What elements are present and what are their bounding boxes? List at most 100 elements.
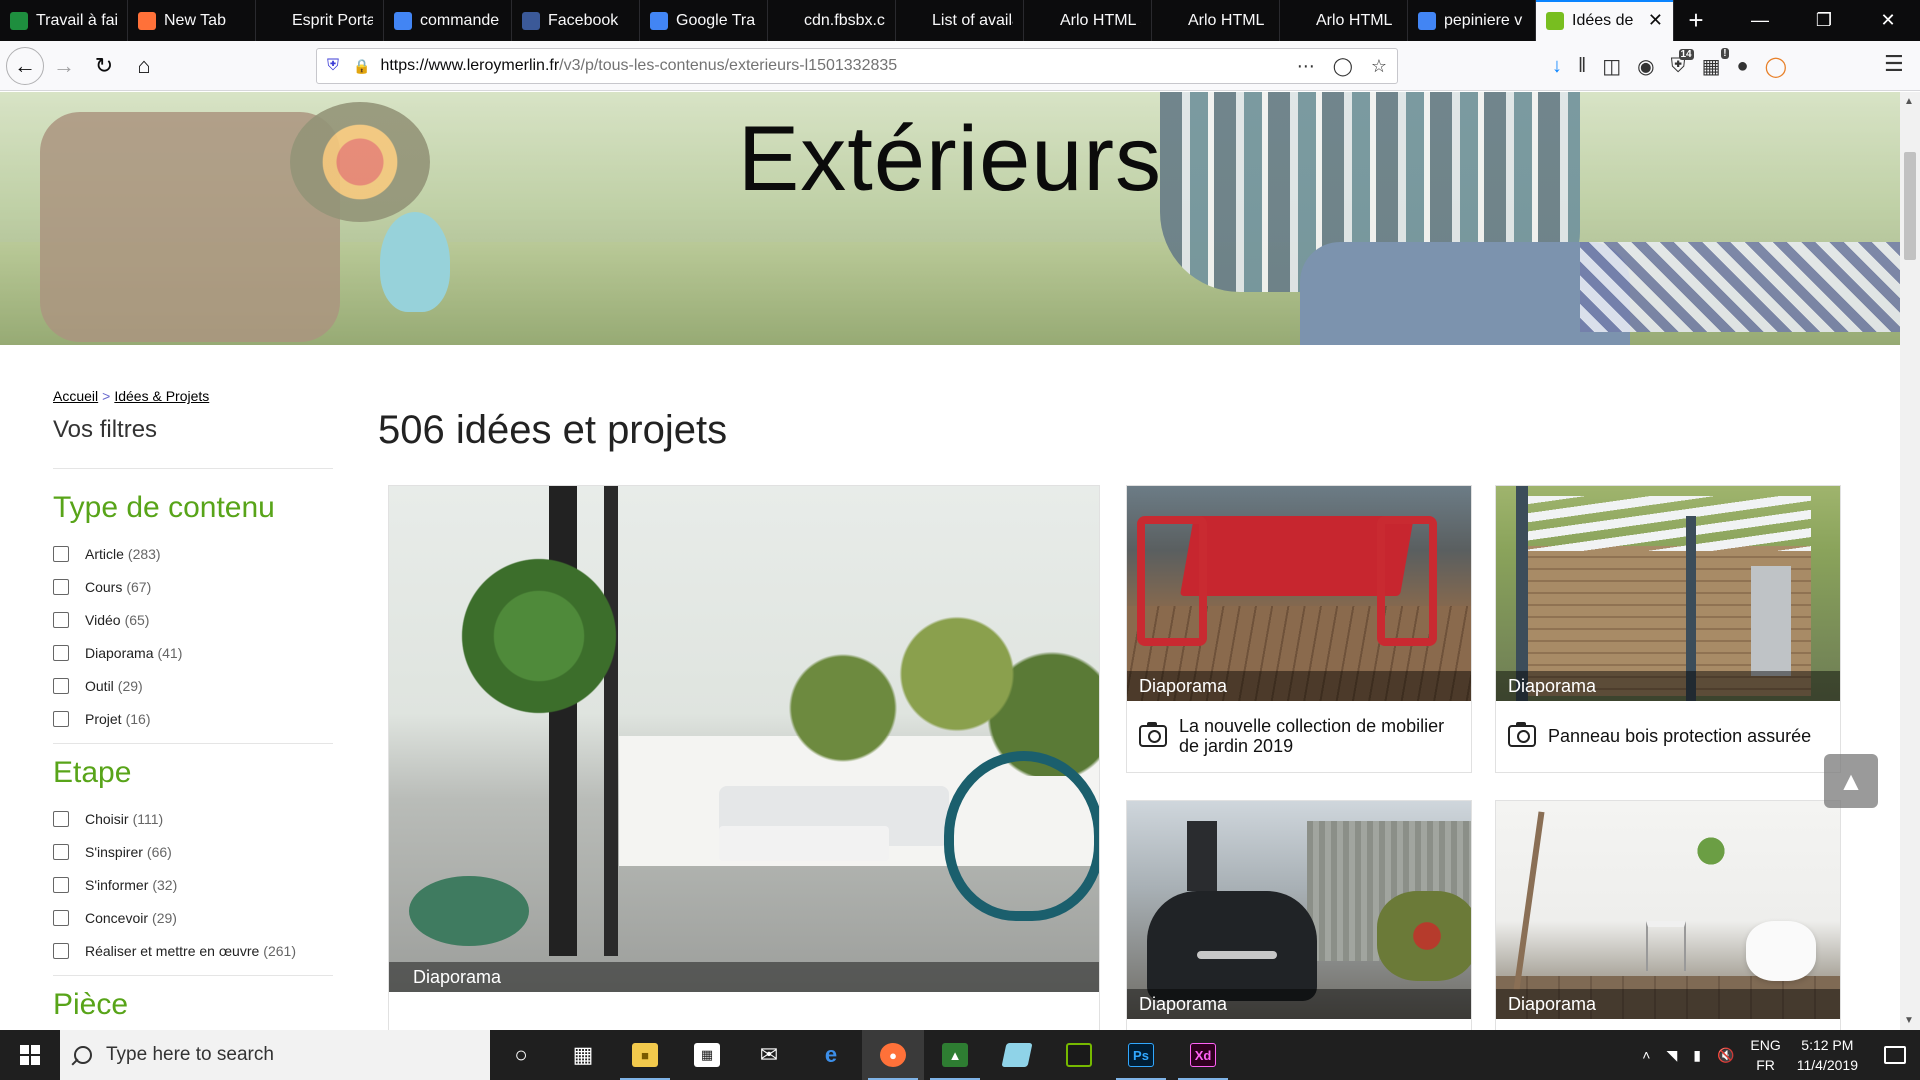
result-card[interactable]: Diaporama xyxy=(1495,800,1841,1030)
volume-muted-icon[interactable]: 🔇 xyxy=(1717,1047,1734,1064)
result-card[interactable]: Diaporama xyxy=(388,485,1100,1030)
back-to-top-button[interactable]: ▲ xyxy=(1824,754,1878,808)
browser-tab[interactable]: cdn.fbsbx.com/ xyxy=(768,0,896,41)
filter-option[interactable]: Projet (16) xyxy=(53,702,333,735)
browser-tab[interactable]: Arlo HTML 5 Te xyxy=(1152,0,1280,41)
bookmark-star-icon[interactable]: ☆ xyxy=(1371,56,1387,77)
browser-tab[interactable]: Facebook xyxy=(512,0,640,41)
browser-tab[interactable]: New Tab xyxy=(128,0,256,41)
language-indicator[interactable]: ENG FR xyxy=(1750,1035,1780,1075)
notifications-icon[interactable] xyxy=(1884,1046,1906,1064)
library-icon[interactable]: ‖ xyxy=(1578,55,1586,78)
close-window-icon[interactable]: ✕ xyxy=(1856,0,1920,41)
breadcrumb-home-link[interactable]: Accueil xyxy=(53,388,98,404)
cortana-icon[interactable]: ○ xyxy=(490,1030,552,1080)
filter-option[interactable]: Outil (29) xyxy=(53,669,333,702)
result-card[interactable]: Diaporama Panneau bois protection assuré… xyxy=(1495,485,1841,773)
filter-checkbox[interactable] xyxy=(53,942,69,959)
start-button[interactable] xyxy=(0,1030,60,1080)
lock-icon[interactable]: 🔒 xyxy=(353,58,370,75)
edge-icon[interactable]: e xyxy=(800,1030,862,1080)
filter-checkbox[interactable] xyxy=(53,843,69,860)
sidebar-icon[interactable]: ◫ xyxy=(1602,54,1621,79)
filter-checkbox[interactable] xyxy=(53,677,69,694)
filter-option-label: Réaliser et mettre en œuvre xyxy=(85,942,260,959)
filter-option[interactable]: Cours (67) xyxy=(53,570,333,603)
back-button[interactable]: ← xyxy=(6,46,44,85)
reload-button[interactable]: ↻ xyxy=(84,46,124,86)
file-explorer-icon[interactable]: ■ xyxy=(614,1030,676,1080)
browser-tab[interactable]: Esprit Portail Ca xyxy=(256,0,384,41)
extension-icon[interactable]: ● xyxy=(1737,55,1749,78)
extension-grid-icon[interactable]: ▦! xyxy=(1702,47,1729,79)
ublock-icon[interactable]: ⛨ 14 xyxy=(1671,48,1694,78)
tracking-shield-icon[interactable]: ⛨ xyxy=(327,57,339,75)
card-title[interactable]: La nouvelle collection de mobilier de ja… xyxy=(1179,716,1459,756)
filter-option-count: (29) xyxy=(152,909,177,926)
filter-option[interactable]: Article (283) xyxy=(53,537,333,570)
filter-checkbox[interactable] xyxy=(53,545,69,562)
result-card[interactable]: Diaporama xyxy=(1126,800,1472,1030)
browser-tab[interactable]: Idées de ✕ xyxy=(1536,0,1674,41)
tray-chevron-up-icon[interactable]: ˄ xyxy=(1642,1047,1650,1063)
account-icon[interactable]: ◉ xyxy=(1637,54,1654,79)
hamburger-menu-icon[interactable]: ☰ xyxy=(1884,51,1904,77)
taskbar-search[interactable]: Type here to search xyxy=(60,1030,490,1080)
breadcrumb-current-link[interactable]: Idées & Projets xyxy=(114,388,209,404)
filter-option[interactable]: Concevoir (29) xyxy=(53,901,333,934)
tab-title: Facebook xyxy=(548,11,619,29)
filter-checkbox[interactable] xyxy=(53,909,69,926)
page-actions-icon[interactable]: ⋯ xyxy=(1297,56,1315,77)
green-app-icon[interactable]: ▲ xyxy=(924,1030,986,1080)
toolbar-right: ↓ ‖ ◫ ◉ ⛨ 14 ▦! ● ◯ xyxy=(1552,41,1787,91)
filter-option-label: Cours xyxy=(85,578,123,595)
home-button[interactable]: ⌂ xyxy=(124,46,164,86)
close-tab-icon[interactable]: ✕ xyxy=(1648,10,1663,31)
browser-tab[interactable]: Arlo HTML 5 Te xyxy=(1280,0,1408,41)
filter-option[interactable]: S'inspirer (66) xyxy=(53,835,333,868)
browser-tab[interactable]: Travail à fai xyxy=(0,0,128,41)
download-icon[interactable]: ↓ xyxy=(1552,55,1562,78)
mail-icon[interactable]: ✉ xyxy=(738,1030,800,1080)
card-title[interactable]: Panneau bois protection assurée xyxy=(1548,726,1811,746)
photoshop-icon[interactable]: Ps xyxy=(1110,1030,1172,1080)
minimize-icon[interactable]: — xyxy=(1728,0,1792,41)
forward-button[interactable]: → xyxy=(44,46,84,86)
task-view-icon[interactable]: ▦ xyxy=(552,1030,614,1080)
filter-option[interactable]: Vidéo (65) xyxy=(53,603,333,636)
network-icon[interactable]: ◥ xyxy=(1666,1047,1677,1064)
new-tab-button[interactable]: + xyxy=(1674,0,1718,41)
browser-tab[interactable]: Google Tra xyxy=(640,0,768,41)
filter-checkbox[interactable] xyxy=(53,876,69,893)
filter-checkbox[interactable] xyxy=(53,644,69,661)
filter-checkbox[interactable] xyxy=(53,611,69,628)
store-icon[interactable]: ▦ xyxy=(676,1030,738,1080)
browser-tab[interactable]: pepiniere v xyxy=(1408,0,1536,41)
filter-option[interactable]: Choisir (111) xyxy=(53,802,333,835)
url-bar[interactable]: ⛨ 🔒 https://www.leroymerlin.fr /v3/p/tou… xyxy=(316,48,1398,84)
battery-icon[interactable]: ▮ xyxy=(1693,1047,1701,1064)
browser-tab[interactable]: commande xyxy=(384,0,512,41)
filter-checkbox[interactable] xyxy=(53,710,69,727)
browser-tab[interactable]: List of available xyxy=(896,0,1024,41)
scrollbar-thumb[interactable] xyxy=(1904,152,1916,260)
scroll-up-icon[interactable]: ▲ xyxy=(1904,96,1914,107)
nvidia-icon[interactable] xyxy=(1048,1030,1110,1080)
adobe-xd-icon[interactable]: Xd xyxy=(1172,1030,1234,1080)
result-card[interactable]: Diaporama La nouvelle collection de mobi… xyxy=(1126,485,1472,773)
filter-option-label: Article xyxy=(85,545,124,562)
filter-option[interactable]: Réaliser et mettre en œuvre (261) xyxy=(53,934,333,967)
pocket-icon[interactable]: ◯ xyxy=(1333,56,1353,77)
filter-option[interactable]: Diaporama (41) xyxy=(53,636,333,669)
firefox-taskbar-icon[interactable]: ● xyxy=(862,1030,924,1080)
filter-option[interactable]: S'informer (32) xyxy=(53,868,333,901)
extension-orange-icon[interactable]: ◯ xyxy=(1765,54,1787,79)
filter-checkbox[interactable] xyxy=(53,810,69,827)
browser-tab[interactable]: Arlo HTML 5 Te xyxy=(1024,0,1152,41)
filter-checkbox[interactable] xyxy=(53,578,69,595)
restore-icon[interactable]: ❐ xyxy=(1792,0,1856,41)
page-scrollbar[interactable]: ▲ ▼ xyxy=(1900,92,1920,1030)
clock[interactable]: 5:12 PM 11/4/2019 xyxy=(1797,1035,1858,1075)
scroll-down-icon[interactable]: ▼ xyxy=(1904,1015,1914,1026)
blue-app-icon[interactable] xyxy=(986,1030,1048,1080)
